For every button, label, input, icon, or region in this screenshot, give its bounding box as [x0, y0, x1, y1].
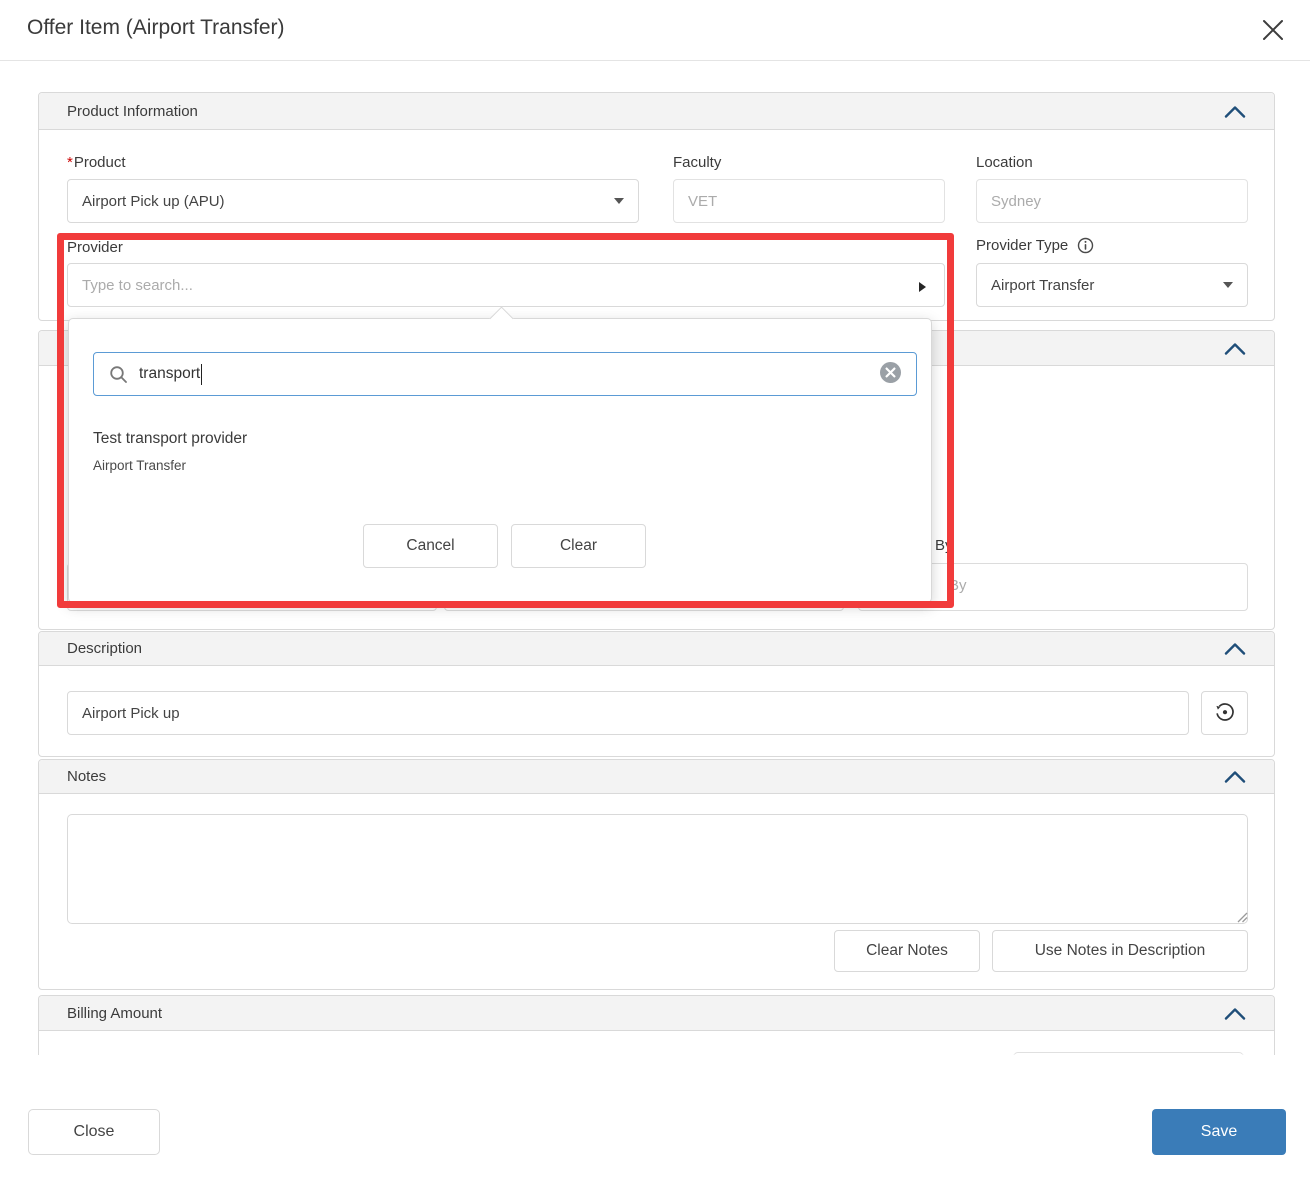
product-label: *Product	[67, 154, 126, 171]
search-result-name[interactable]: Test transport provider	[93, 430, 247, 448]
text-cursor	[201, 364, 202, 385]
billing-amount-section: Billing Amount	[38, 995, 1275, 1055]
dialog-header: Offer Item (Airport Transfer)	[0, 0, 1310, 61]
clear-button[interactable]: Clear	[511, 524, 646, 568]
use-notes-in-description-button[interactable]: Use Notes in Description	[992, 930, 1248, 972]
description-field[interactable]	[67, 691, 1189, 735]
close-button[interactable]: Close	[28, 1109, 160, 1155]
section-title: Description	[67, 640, 142, 657]
product-information-header: Product Information	[39, 93, 1274, 130]
caret-down-icon	[1223, 282, 1233, 288]
clear-notes-button[interactable]: Clear Notes	[834, 930, 980, 972]
notes-header: Notes	[39, 760, 1274, 794]
provider-search-popup: transport Test transport provider Airpor…	[68, 318, 932, 603]
search-icon	[108, 364, 129, 385]
provider-field[interactable]	[67, 263, 945, 307]
product-select[interactable]: Airport Pick up (APU)	[67, 179, 639, 223]
clear-circle-icon	[879, 361, 902, 387]
notes-textarea[interactable]	[67, 814, 1248, 924]
location-label: Location	[976, 154, 1033, 171]
required-marker: *	[67, 154, 73, 171]
product-information-section: Product Information *Product Airport Pic…	[38, 92, 1275, 321]
provider-type-label: Provider Type	[976, 237, 1094, 254]
save-button[interactable]: Save	[1152, 1109, 1286, 1155]
collapse-chevron-up-icon[interactable]	[1224, 1007, 1246, 1020]
faculty-label: Faculty	[673, 154, 721, 171]
dialog-close-button[interactable]	[1254, 12, 1292, 50]
clear-search-button[interactable]	[879, 361, 902, 387]
collapse-chevron-up-icon[interactable]	[1224, 105, 1246, 118]
description-section: Description	[38, 631, 1275, 757]
notes-section: Notes Clear Notes Use Notes in Descripti…	[38, 759, 1275, 990]
faculty-field[interactable]	[673, 179, 945, 223]
history-restore-icon	[1213, 700, 1237, 727]
provider-label: Provider	[67, 239, 123, 256]
product-select-value: Airport Pick up (APU)	[82, 193, 225, 210]
expand-arrow-icon[interactable]	[919, 282, 926, 292]
location-field[interactable]	[976, 179, 1248, 223]
offer-item-dialog: Offer Item (Airport Transfer) Product In…	[0, 0, 1310, 1178]
section-title: Billing Amount	[67, 1005, 162, 1022]
description-header: Description	[39, 632, 1274, 666]
clipped-field	[1013, 1052, 1244, 1055]
collapse-chevron-up-icon[interactable]	[1224, 642, 1246, 655]
collapse-chevron-up-icon[interactable]	[1224, 770, 1246, 783]
obscured-field-placeholder-fragment: By	[949, 577, 967, 594]
provider-type-select[interactable]: Airport Transfer	[976, 263, 1248, 307]
close-icon	[1260, 17, 1286, 46]
provider-type-value: Airport Transfer	[991, 277, 1094, 294]
restore-description-button[interactable]	[1201, 691, 1248, 735]
info-icon[interactable]	[1077, 237, 1094, 254]
section-title: Notes	[67, 768, 106, 785]
billing-amount-header: Billing Amount	[39, 996, 1274, 1031]
collapse-chevron-up-icon[interactable]	[1224, 342, 1246, 355]
cancel-button[interactable]: Cancel	[363, 524, 498, 568]
search-input-value: transport	[139, 365, 200, 383]
section-title: Product Information	[67, 103, 198, 120]
resize-handle-icon[interactable]	[1235, 910, 1248, 928]
caret-down-icon	[614, 198, 624, 204]
dialog-title: Offer Item (Airport Transfer)	[27, 16, 285, 40]
provider-search-input[interactable]: transport	[93, 352, 917, 396]
search-result-type: Airport Transfer	[93, 458, 186, 473]
obscured-field-label-fragment: By	[935, 537, 953, 554]
